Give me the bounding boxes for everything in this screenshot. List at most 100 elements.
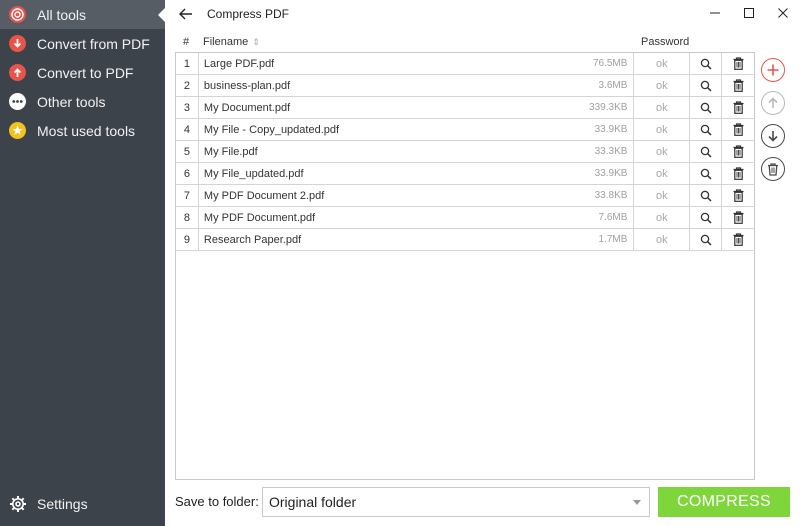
preview-button[interactable] bbox=[690, 162, 723, 185]
save-folder-value: Original folder bbox=[269, 494, 357, 510]
table-row[interactable]: 4 My File - Copy_updated.pdf 33.9KB ok bbox=[176, 118, 754, 141]
plus-icon bbox=[767, 64, 779, 76]
add-file-button[interactable] bbox=[761, 58, 785, 82]
sidebar-item-label: Convert to PDF bbox=[37, 64, 134, 81]
file-size: 33.8KB bbox=[594, 190, 628, 201]
password-status[interactable]: ok bbox=[634, 206, 691, 229]
bottom-bar: Save to folder: Original folder COMPRESS bbox=[175, 487, 800, 517]
file-actions-toolbar bbox=[761, 58, 787, 190]
filename: My File.pdf bbox=[203, 145, 258, 158]
column-header-number: # bbox=[183, 36, 190, 48]
table-row[interactable]: 3 My Document.pdf 339.3KB ok bbox=[176, 96, 754, 119]
password-status[interactable]: ok bbox=[634, 140, 691, 163]
search-icon bbox=[700, 234, 712, 246]
file-size: 339.3KB bbox=[589, 102, 628, 113]
row-number: 8 bbox=[176, 206, 199, 229]
preview-button[interactable] bbox=[690, 206, 723, 229]
password-status[interactable]: ok bbox=[634, 118, 691, 141]
arrow-up-icon bbox=[768, 97, 778, 108]
search-icon bbox=[700, 58, 712, 70]
preview-button[interactable] bbox=[690, 228, 723, 251]
table-row[interactable]: 7 My PDF Document 2.pdf 33.8KB ok bbox=[176, 184, 754, 207]
file-size: 7.6MB bbox=[598, 212, 628, 223]
filename: My PDF Document.pdf bbox=[203, 211, 316, 224]
page-title: Compress PDF bbox=[207, 7, 290, 21]
password-status[interactable]: ok bbox=[634, 52, 691, 75]
table-row[interactable]: 2 business-plan.pdf 3.6MB ok bbox=[176, 74, 754, 97]
sidebar-item-convert-to-pdf[interactable]: Convert to PDF bbox=[0, 58, 165, 87]
preview-button[interactable] bbox=[690, 96, 723, 119]
sidebar: All tools Convert from PDF Convert to PD… bbox=[0, 0, 165, 526]
sidebar-item-all-tools[interactable]: All tools bbox=[0, 0, 165, 29]
table-row[interactable]: 6 My File_updated.pdf 33.9KB ok bbox=[176, 162, 754, 185]
filename: My File_updated.pdf bbox=[203, 167, 304, 180]
preview-button[interactable] bbox=[690, 184, 723, 207]
close-button[interactable] bbox=[766, 0, 800, 26]
remove-all-button[interactable] bbox=[761, 157, 785, 181]
file-table: 1 Large PDF.pdf 76.5MB ok 2 business-plan.pdf… bbox=[175, 52, 755, 480]
column-header-filename[interactable]: Filename ⇕ bbox=[203, 36, 260, 48]
row-number: 2 bbox=[176, 74, 199, 97]
move-up-button[interactable] bbox=[761, 91, 785, 115]
sidebar-item-other-tools[interactable]: Other tools bbox=[0, 87, 165, 116]
password-status[interactable]: ok bbox=[634, 228, 691, 251]
filename-cell: My PDF Document.pdf 7.6MB bbox=[199, 206, 635, 229]
password-status[interactable]: ok bbox=[634, 74, 691, 97]
trash-icon bbox=[733, 123, 744, 136]
password-status[interactable]: ok bbox=[634, 184, 691, 207]
delete-row-button[interactable] bbox=[722, 229, 754, 251]
trash-icon bbox=[733, 101, 744, 114]
delete-row-button[interactable] bbox=[722, 185, 754, 207]
filename-cell: My File - Copy_updated.pdf 33.9KB bbox=[199, 118, 635, 141]
preview-button[interactable] bbox=[690, 52, 723, 75]
sidebar-item-most-used-tools[interactable]: Most used tools bbox=[0, 116, 165, 145]
password-status[interactable]: ok bbox=[634, 162, 691, 185]
row-number: 9 bbox=[176, 228, 199, 251]
filename-cell: My PDF Document 2.pdf 33.8KB bbox=[199, 184, 635, 207]
preview-button[interactable] bbox=[690, 140, 723, 163]
password-status[interactable]: ok bbox=[634, 96, 691, 119]
preview-button[interactable] bbox=[690, 74, 723, 97]
filename: business-plan.pdf bbox=[203, 79, 291, 92]
file-size: 33.9KB bbox=[594, 124, 628, 135]
row-number: 7 bbox=[176, 184, 199, 207]
delete-row-button[interactable] bbox=[722, 75, 754, 97]
window-controls bbox=[698, 0, 800, 26]
trash-icon bbox=[733, 233, 744, 246]
settings-label: Settings bbox=[37, 495, 88, 512]
search-icon bbox=[700, 124, 712, 136]
table-header: # Filename ⇕ Password bbox=[175, 34, 755, 52]
delete-row-button[interactable] bbox=[722, 53, 754, 75]
column-header-filename-label: Filename bbox=[203, 36, 249, 48]
delete-row-button[interactable] bbox=[722, 141, 754, 163]
minimize-button[interactable] bbox=[698, 0, 732, 26]
search-icon bbox=[700, 102, 712, 114]
delete-row-button[interactable] bbox=[722, 207, 754, 229]
delete-row-button[interactable] bbox=[722, 119, 754, 141]
arrow-down-circle-icon bbox=[9, 35, 26, 52]
settings-button[interactable]: Settings bbox=[0, 489, 165, 518]
trash-icon bbox=[768, 162, 778, 176]
trash-icon bbox=[733, 145, 744, 158]
sidebar-item-convert-from-pdf[interactable]: Convert from PDF bbox=[0, 29, 165, 58]
filename-cell: My File_updated.pdf 33.9KB bbox=[199, 162, 635, 185]
trash-icon bbox=[733, 189, 744, 202]
filename-cell: Research Paper.pdf 1.7MB bbox=[199, 228, 635, 251]
table-row[interactable]: 1 Large PDF.pdf 76.5MB ok bbox=[176, 52, 754, 75]
preview-button[interactable] bbox=[690, 118, 723, 141]
sidebar-item-label: Other tools bbox=[37, 93, 106, 110]
search-icon bbox=[700, 212, 712, 224]
save-folder-select[interactable]: Original folder bbox=[262, 487, 650, 517]
filename-cell: My Document.pdf 339.3KB bbox=[199, 96, 635, 119]
compress-button[interactable]: COMPRESS bbox=[658, 487, 790, 517]
back-button[interactable] bbox=[175, 3, 197, 25]
search-icon bbox=[700, 146, 712, 158]
row-number: 3 bbox=[176, 96, 199, 119]
table-row[interactable]: 9 Research Paper.pdf 1.7MB ok bbox=[176, 228, 754, 251]
table-row[interactable]: 8 My PDF Document.pdf 7.6MB ok bbox=[176, 206, 754, 229]
delete-row-button[interactable] bbox=[722, 163, 754, 185]
move-down-button[interactable] bbox=[761, 124, 785, 148]
table-row[interactable]: 5 My File.pdf 33.3KB ok bbox=[176, 140, 754, 163]
delete-row-button[interactable] bbox=[722, 97, 754, 119]
maximize-button[interactable] bbox=[732, 0, 766, 26]
